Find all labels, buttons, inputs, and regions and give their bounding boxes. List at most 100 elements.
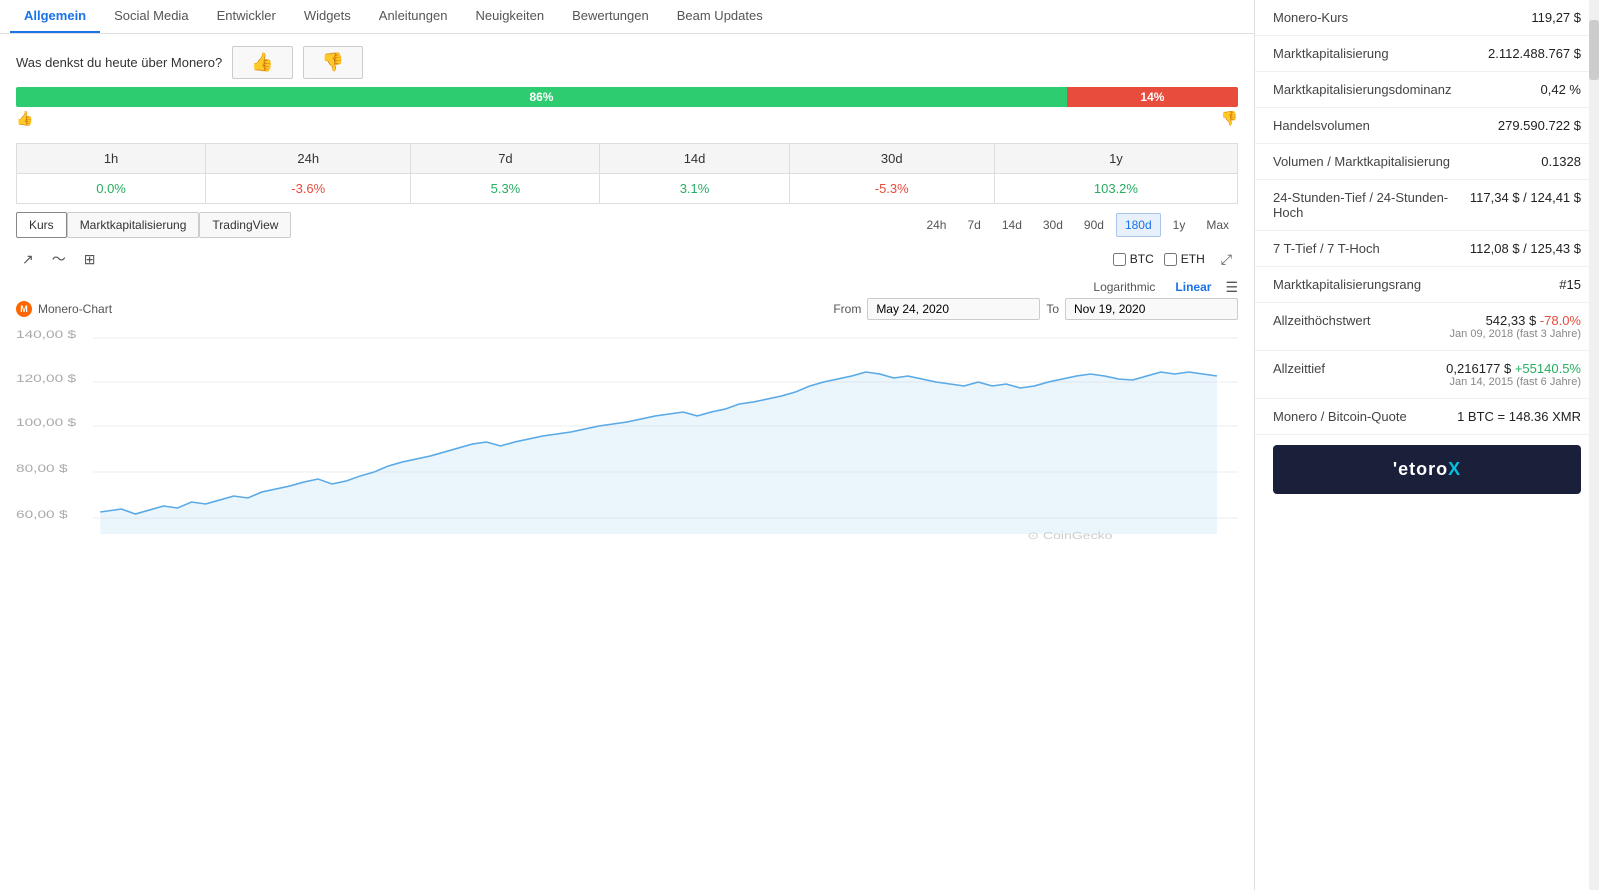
svg-text:80,00 $: 80,00 $ [16,462,68,474]
nav-item-allgemein[interactable]: Allgemein [10,0,100,33]
right-sidebar: Monero-Kurs119,27 $Marktkapitalisierung2… [1254,0,1599,890]
sentiment-icons-row: 👍 👎 [16,110,1238,127]
stat-value: 112,08 $ / 125,43 $ [1470,241,1581,256]
time-buttons: 24h7d14d30d90d180d1yMax [917,213,1238,237]
sentiment-negative-label: 14% [1140,90,1164,104]
chart-tab-tradingview[interactable]: TradingView [199,212,291,238]
time-btn-1y[interactable]: 1y [1164,213,1195,237]
stat-row: Marktkapitalisierung2.112.488.767 $ [1255,36,1599,72]
period-header-1h: 1h [17,144,206,174]
monero-icon: M [16,301,32,317]
stat-row: 7 T-Tief / 7 T-Hoch 112,08 $ / 125,43 $ [1255,231,1599,267]
chart-overlay-checkboxes: BTC ETH ⤢ [1113,248,1238,271]
to-date-input[interactable] [1065,298,1238,320]
nav-item-social-media[interactable]: Social Media [100,0,202,33]
period-header-1y: 1y [994,144,1237,174]
period-value-1y: 103.2% [994,174,1237,204]
chart-header: ↗ 〜 ⊞ BTC ETH ⤢ [0,242,1254,276]
scale-row: Logarithmic Linear ☰ [0,276,1254,298]
stat-row: 24-Stunden-Tief / 24-Stunden-Hoch117,34 … [1255,180,1599,231]
time-btn-7d[interactable]: 7d [958,213,989,237]
time-btn-90d[interactable]: 90d [1075,213,1113,237]
spline-chart-button[interactable]: 〜 [46,246,72,272]
stat-label: Allzeittief [1273,361,1325,376]
line-chart-button[interactable]: ↗ [16,246,40,272]
nav-item-widgets[interactable]: Widgets [290,0,365,33]
stat-label: Marktkapitalisierungsrang [1273,277,1421,292]
chart-area-fill [100,372,1217,534]
period-value-24h: -3.6% [206,174,411,204]
stat-row: Volumen / Marktkapitalisierung 0.1328 [1255,144,1599,180]
expand-chart-button[interactable]: ⤢ [1215,248,1238,271]
period-performance: 1h24h7d14d30d1y 0.0%-3.6%5.3%3.1%-5.3%10… [0,143,1254,204]
period-value-30d: -5.3% [789,174,994,204]
sentiment-positive-bar: 86% [16,87,1067,107]
stat-row: Allzeittief 0,216177 $ +55140.5%Jan 14, 2… [1255,351,1599,399]
btc-label: BTC [1130,252,1154,266]
chart-menu-button[interactable]: ☰ [1225,279,1238,296]
stat-value: 542,33 $ -78.0%Jan 09, 2018 (fast 3 Jahr… [1450,313,1581,340]
stat-label: Marktkapitalisierung [1273,46,1389,61]
svg-text:60,00 $: 60,00 $ [16,508,68,520]
to-label: To [1046,302,1059,316]
thumbs-down-button[interactable]: 👎 [303,46,363,79]
thumbs-up-button[interactable]: 👍 [232,46,292,79]
thumbs-up-icon: 👍 [16,110,33,127]
nav-item-anleitungen[interactable]: Anleitungen [365,0,462,33]
top-navigation: AllgemeinSocial MediaEntwicklerWidgetsAn… [0,0,1254,34]
chart-svg: 140,00 $ 120,00 $ 100,00 $ 80,00 $ 60,00… [16,324,1238,544]
chart-controls: KursMarktkapitalisierungTradingView 24h7… [16,204,1238,242]
logarithmic-scale-button[interactable]: Logarithmic [1087,278,1161,296]
eth-checkbox-label[interactable]: ETH [1164,252,1205,266]
stat-row: Marktkapitalisierungsrang#15 [1255,267,1599,303]
sentiment-question: Was denkst du heute über Monero? 👍 👎 [16,46,1238,79]
period-value-1h: 0.0% [17,174,206,204]
time-btn-30d[interactable]: 30d [1034,213,1072,237]
btc-checkbox[interactable] [1113,253,1126,266]
stat-label: Monero / Bitcoin-Quote [1273,409,1407,424]
stat-label: Volumen / Marktkapitalisierung [1273,154,1450,169]
stat-row: Monero / Bitcoin-Quote1 BTC = 148.36 XMR [1255,399,1599,435]
svg-text:140,00 $: 140,00 $ [16,328,77,340]
nav-item-entwickler[interactable]: Entwickler [203,0,290,33]
stat-label: 7 T-Tief / 7 T-Hoch [1273,241,1380,256]
stat-value: 117,34 $ / 124,41 $ [1470,190,1581,205]
nav-item-bewertungen[interactable]: Bewertungen [558,0,663,33]
stat-value: 119,27 $ [1531,10,1581,25]
stat-row: Handelsvolumen279.590.722 $ [1255,108,1599,144]
stat-row: Marktkapitalisierungsdominanz 0,42 % [1255,72,1599,108]
time-btn-24h[interactable]: 24h [917,213,955,237]
chart-title: Monero-Chart [38,302,112,316]
chart-tab-marktkapitalisierung[interactable]: Marktkapitalisierung [67,212,200,238]
chart-tabs: KursMarktkapitalisierungTradingView [16,212,291,238]
period-header-24h: 24h [206,144,411,174]
stats-container: Monero-Kurs119,27 $Marktkapitalisierung2… [1255,0,1599,435]
stat-value: 0,216177 $ +55140.5%Jan 14, 2015 (fast 6… [1446,361,1581,388]
eth-checkbox[interactable] [1164,253,1177,266]
stat-sub: Jan 09, 2018 (fast 3 Jahre) [1450,328,1581,340]
period-header-30d: 30d [789,144,994,174]
nav-item-beam-updates[interactable]: Beam Updates [663,0,777,33]
linear-scale-button[interactable]: Linear [1169,278,1217,296]
time-btn-180d[interactable]: 180d [1116,213,1161,237]
candle-chart-button[interactable]: ⊞ [78,246,102,272]
stat-value: 0,42 % [1541,82,1581,97]
sentiment-section: Was denkst du heute über Monero? 👍 👎 86%… [0,34,1254,133]
scrollbar-thumb[interactable] [1589,20,1599,80]
scrollbar[interactable] [1589,0,1599,890]
time-btn-Max[interactable]: Max [1197,213,1238,237]
stat-value: 279.590.722 $ [1498,118,1581,133]
nav-item-neuigkeiten[interactable]: Neuigkeiten [461,0,558,33]
stat-label: Monero-Kurs [1273,10,1348,25]
stat-row: Monero-Kurs 119,27 $ [1255,0,1599,36]
thumbs-down-icon: 👎 [1221,110,1238,127]
stat-label: Marktkapitalisierungsdominanz [1273,82,1451,97]
chart-area: M Monero-Chart From To 140,00 $ 120,00 $… [16,298,1238,544]
chart-tab-kurs[interactable]: Kurs [16,212,67,238]
stat-row: Allzeithöchstwert542,33 $ -78.0%Jan 09, … [1255,303,1599,351]
stat-value: 0.1328 [1541,154,1581,169]
time-btn-14d[interactable]: 14d [993,213,1031,237]
ad-banner[interactable]: 'etoroX [1273,445,1581,494]
btc-checkbox-label[interactable]: BTC [1113,252,1154,266]
from-date-input[interactable] [867,298,1040,320]
